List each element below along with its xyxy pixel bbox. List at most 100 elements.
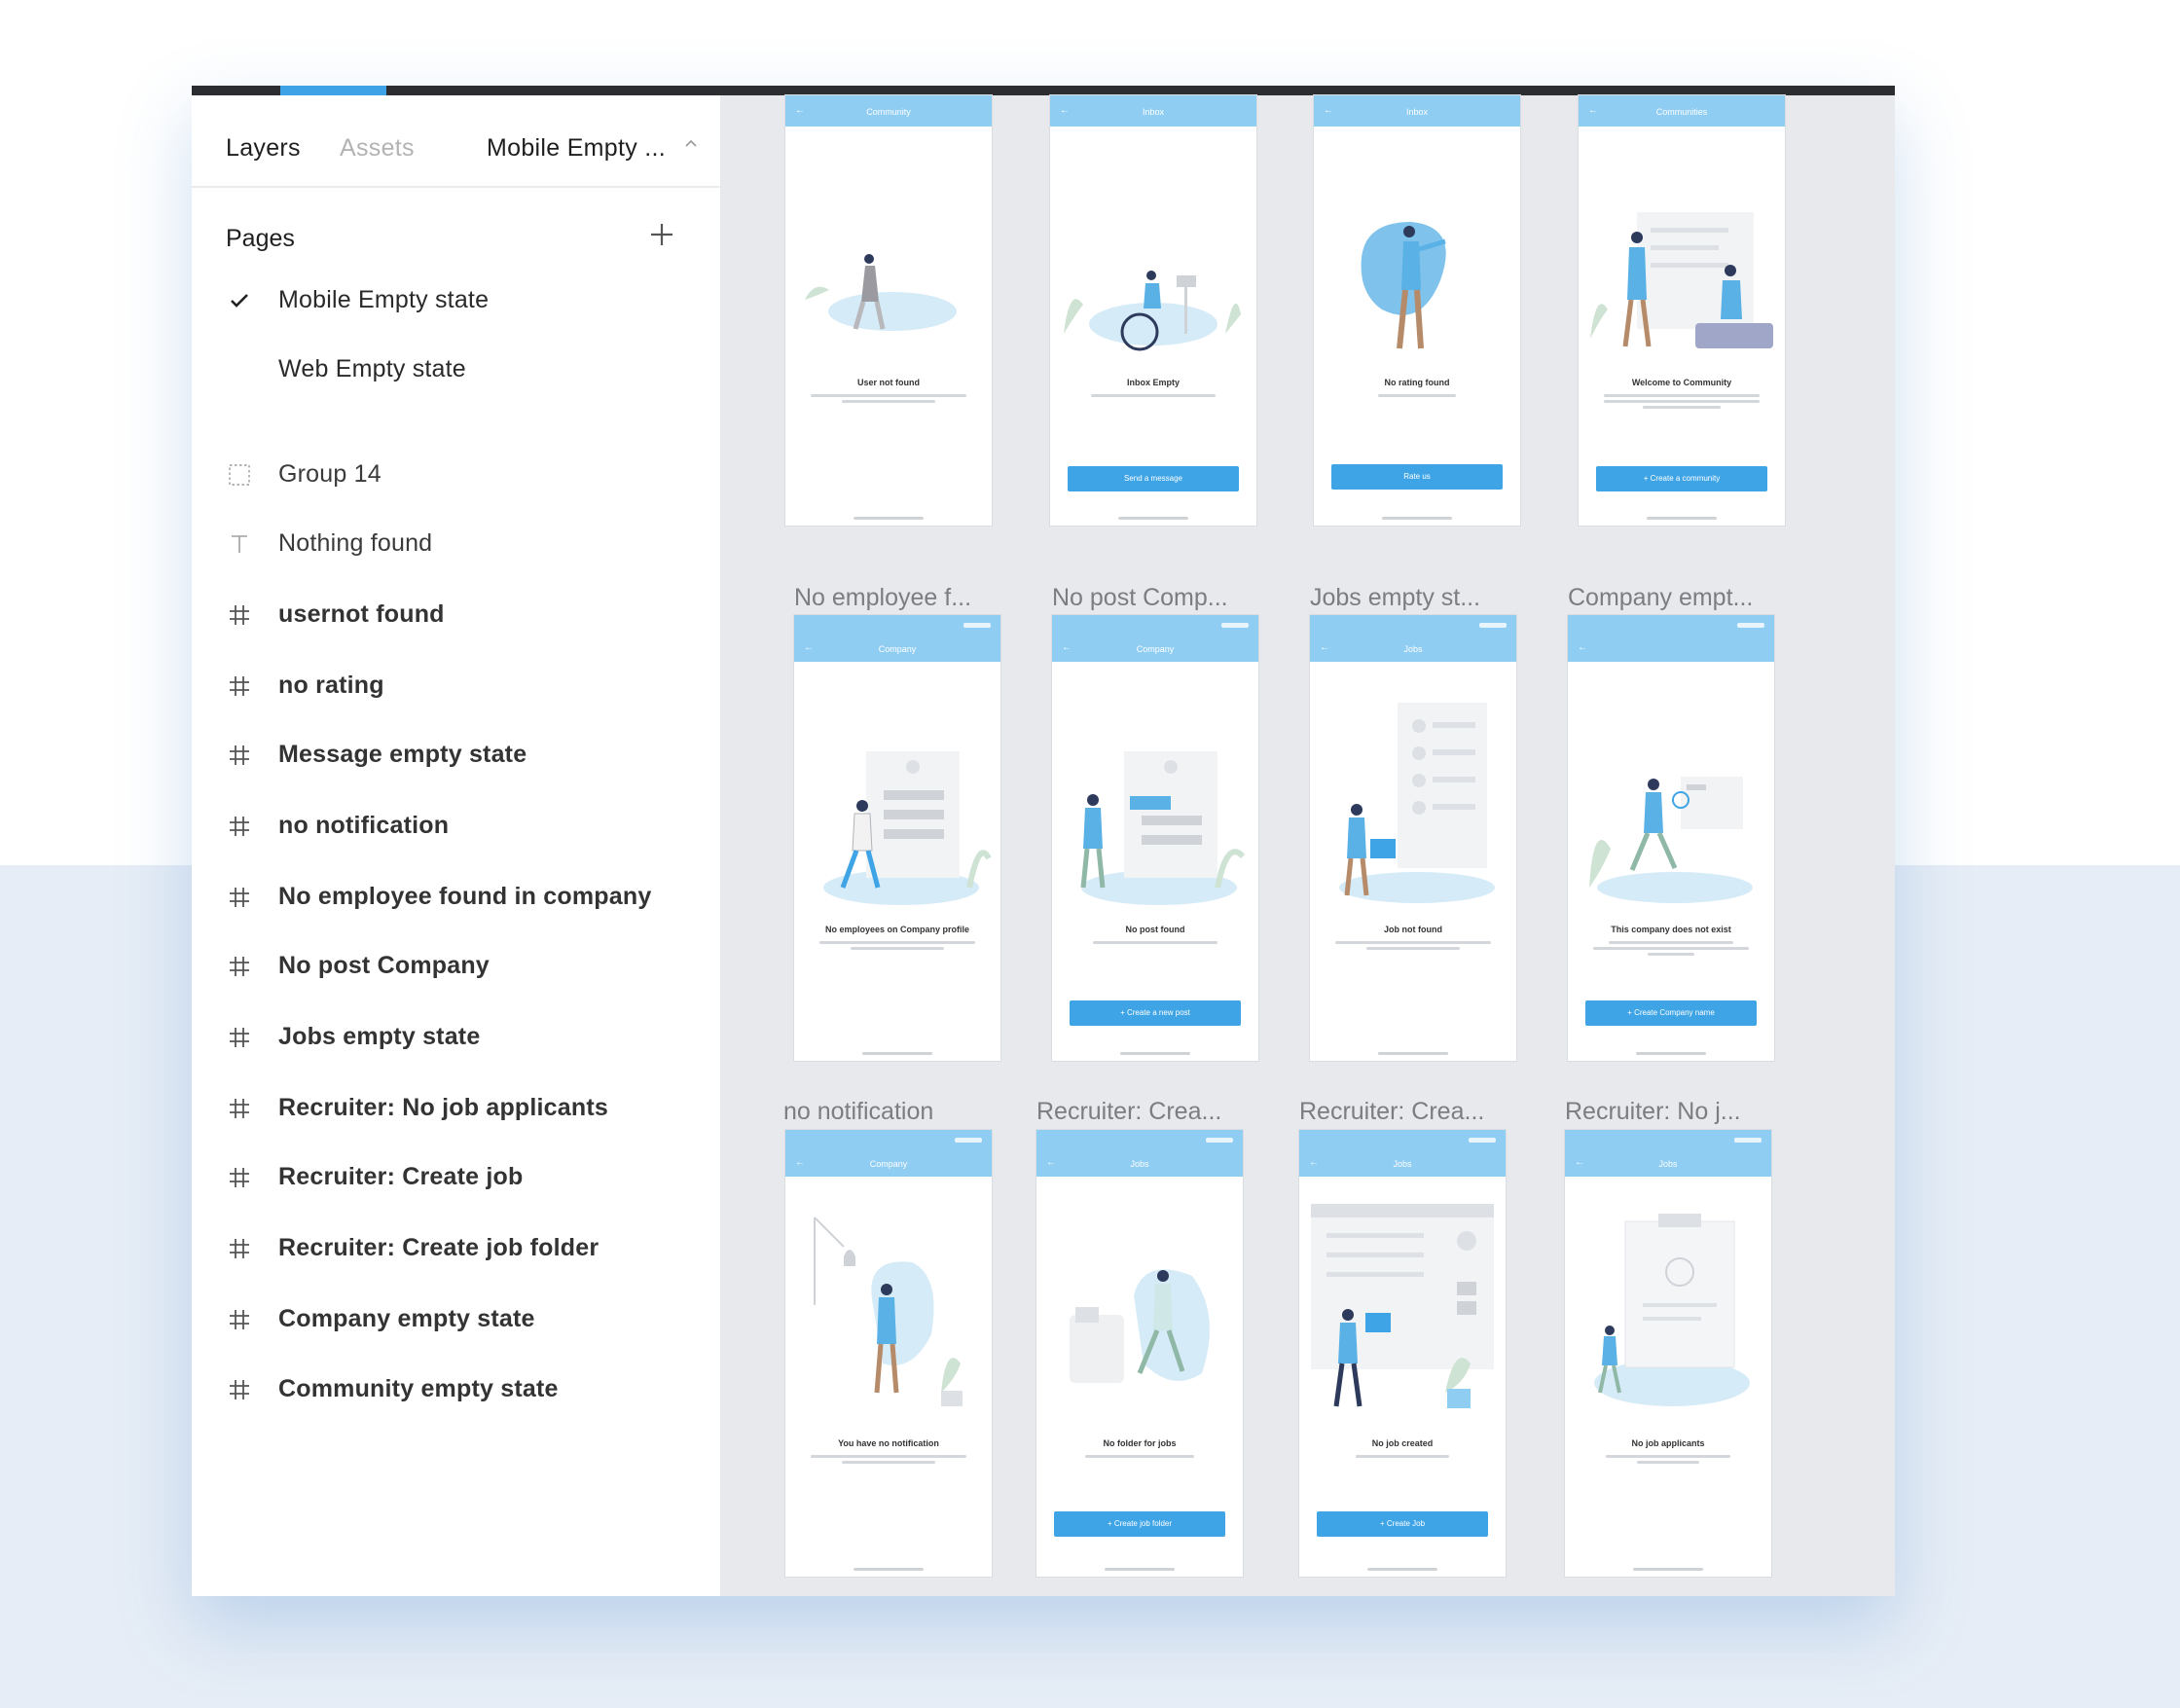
empty-state-subtext <box>1593 938 1749 956</box>
layer-item-text[interactable]: Nothing found <box>192 519 720 567</box>
post-illustration <box>1080 751 1246 905</box>
empty-state-subtext <box>1325 1452 1480 1470</box>
frame-icon <box>230 1239 249 1258</box>
employee-profile-illustration <box>823 751 992 905</box>
mobile-frame[interactable]: ← Jobs Job not found <box>1310 615 1516 1061</box>
create-company-button[interactable]: + Create Company name <box>1585 1000 1757 1026</box>
home-indicator <box>1367 1568 1437 1571</box>
frame-header: ← Jobs <box>1310 615 1516 662</box>
frame-label[interactable]: no notification <box>783 1098 933 1126</box>
create-job-button[interactable]: + Create Job <box>1317 1511 1488 1537</box>
home-indicator <box>1647 517 1717 520</box>
add-page-icon[interactable] <box>647 220 676 249</box>
jobs-list-illustration <box>1339 703 1495 903</box>
frame-header-title: Inbox <box>1405 107 1429 117</box>
mobile-frame[interactable]: ← Jobs No folder for jobs + Create job f… <box>1036 1130 1243 1577</box>
layer-item-frame[interactable]: usernot found <box>192 590 720 638</box>
page-selector[interactable]: Mobile Empty ... <box>487 134 666 163</box>
layer-item-label: Jobs empty state <box>278 1023 481 1050</box>
frame-label[interactable]: Recruiter: Crea... <box>1299 1098 1484 1126</box>
layer-item-label: Company empty state <box>278 1305 535 1332</box>
empty-state-message: You have no notification <box>838 1438 939 1448</box>
layer-item-label: Community empty state <box>278 1375 559 1402</box>
layer-item-frame[interactable]: Message empty state <box>192 730 720 779</box>
send-message-button[interactable]: Send a message <box>1068 466 1239 491</box>
layer-item-frame[interactable]: no notification <box>192 801 720 850</box>
layer-item-label: No employee found in company <box>278 883 652 910</box>
layer-item-frame[interactable]: no rating <box>192 661 720 709</box>
status-bar-icons <box>963 623 991 628</box>
layer-item-frame[interactable]: Community empty state <box>192 1364 720 1413</box>
layers-sidebar: Layers Assets Mobile Empty ... Pages Mob… <box>192 95 720 1596</box>
layer-item-label: usernot found <box>278 600 445 628</box>
frame-header: ← Inbox <box>1050 95 1256 127</box>
create-post-button[interactable]: + Create a new post <box>1070 1000 1241 1026</box>
layer-item-frame[interactable]: No post Company <box>192 941 720 990</box>
empty-state-subtext <box>811 1452 966 1470</box>
empty-state-message: Inbox Empty <box>1126 378 1180 387</box>
mobile-frame[interactable]: ← Communities Welcome to Community + Cre… <box>1579 95 1785 526</box>
layer-item-frame[interactable]: Recruiter: Create job <box>192 1152 720 1201</box>
frame-label[interactable]: No employee f... <box>794 584 971 612</box>
rate-us-button[interactable]: Rate us <box>1331 464 1503 490</box>
create-community-button[interactable]: + Create a community <box>1596 466 1767 491</box>
create-job-folder-button[interactable]: + Create job folder <box>1054 1511 1225 1537</box>
frame-header-title: Jobs <box>1403 644 1423 654</box>
frame-header-title: Jobs <box>1658 1159 1678 1169</box>
mobile-frame[interactable]: ← This company does not exist + Create C… <box>1568 615 1774 1061</box>
home-indicator <box>1120 1052 1190 1055</box>
empty-state-subtext <box>1062 1452 1217 1470</box>
frame-header-title: Company <box>1136 644 1175 654</box>
mobile-frame[interactable]: ← Jobs No job applicants <box>1565 1130 1771 1577</box>
back-arrow-icon: ← <box>1578 642 1587 653</box>
empty-state-subtext <box>1075 391 1231 409</box>
frame-label[interactable]: Company empt... <box>1568 584 1753 612</box>
layer-item-frame[interactable]: Recruiter: No job applicants <box>192 1083 720 1132</box>
frame-icon <box>230 605 249 625</box>
frame-label[interactable]: Jobs empty st... <box>1310 584 1480 612</box>
mobile-frame[interactable]: ← Company No employees on Company profil… <box>794 615 1000 1061</box>
layer-item-label: Message empty state <box>278 741 527 768</box>
empty-state-message: No job applicants <box>1631 1438 1705 1448</box>
wheelchair-person-illustration <box>1064 271 1241 351</box>
frame-icon <box>230 1168 249 1187</box>
frame-label[interactable]: Recruiter: Crea... <box>1036 1098 1221 1126</box>
layer-item-frame[interactable]: No employee found in company <box>192 872 720 921</box>
home-indicator <box>1105 1568 1175 1571</box>
mobile-frame[interactable]: ← Community User not found <box>785 95 992 526</box>
tab-layers[interactable]: Layers <box>226 134 301 163</box>
page-item-mobile-empty-state[interactable]: Mobile Empty state <box>192 275 720 324</box>
empty-state-subtext <box>819 938 975 956</box>
empty-state-subtext <box>811 391 966 409</box>
layer-item-frame[interactable]: Jobs empty state <box>192 1012 720 1061</box>
person-walking-illustration <box>805 254 957 331</box>
tab-assets[interactable]: Assets <box>340 134 415 163</box>
frame-label[interactable]: Recruiter: No j... <box>1565 1098 1741 1126</box>
empty-state-subtext <box>1335 938 1491 956</box>
design-canvas[interactable]: ← Community User not found ← Inbox Inbox… <box>720 95 1895 1596</box>
mobile-frame[interactable]: ← Inbox No rating found Rate us <box>1314 95 1520 526</box>
layer-item-label: Recruiter: Create job folder <box>278 1234 600 1261</box>
chevron-up-icon[interactable] <box>683 136 699 152</box>
empty-state-message: Job not found <box>1384 925 1442 934</box>
create-job-illustration <box>1311 1204 1494 1408</box>
mobile-frame[interactable]: ← Company No post found + Create a new p… <box>1052 615 1258 1061</box>
empty-state-message: This company does not exist <box>1611 925 1731 934</box>
layer-item-frame[interactable]: Company empty state <box>192 1294 720 1343</box>
layer-item-label: Recruiter: Create job <box>278 1163 524 1190</box>
frame-header: ← Jobs <box>1299 1130 1506 1177</box>
empty-state-subtext <box>1590 1452 1746 1470</box>
mobile-frame[interactable]: ← Company You have no notification <box>785 1130 992 1577</box>
layer-item-group[interactable]: Group 14 <box>192 450 720 498</box>
frame-label[interactable]: No post Comp... <box>1052 584 1228 612</box>
empty-state-subtext <box>1339 391 1495 409</box>
mobile-frame[interactable]: ← Jobs No job created + Create Job <box>1299 1130 1506 1577</box>
layer-item-frame[interactable]: Recruiter: Create job folder <box>192 1223 720 1272</box>
home-indicator <box>854 1568 924 1571</box>
frame-icon <box>230 817 249 836</box>
home-indicator <box>1382 517 1452 520</box>
community-people-illustration <box>1590 212 1773 348</box>
frame-header: ← Company <box>785 1130 992 1177</box>
mobile-frame[interactable]: ← Inbox Inbox Empty Send a message <box>1050 95 1256 526</box>
page-item-web-empty-state[interactable]: Web Empty state <box>192 345 720 393</box>
